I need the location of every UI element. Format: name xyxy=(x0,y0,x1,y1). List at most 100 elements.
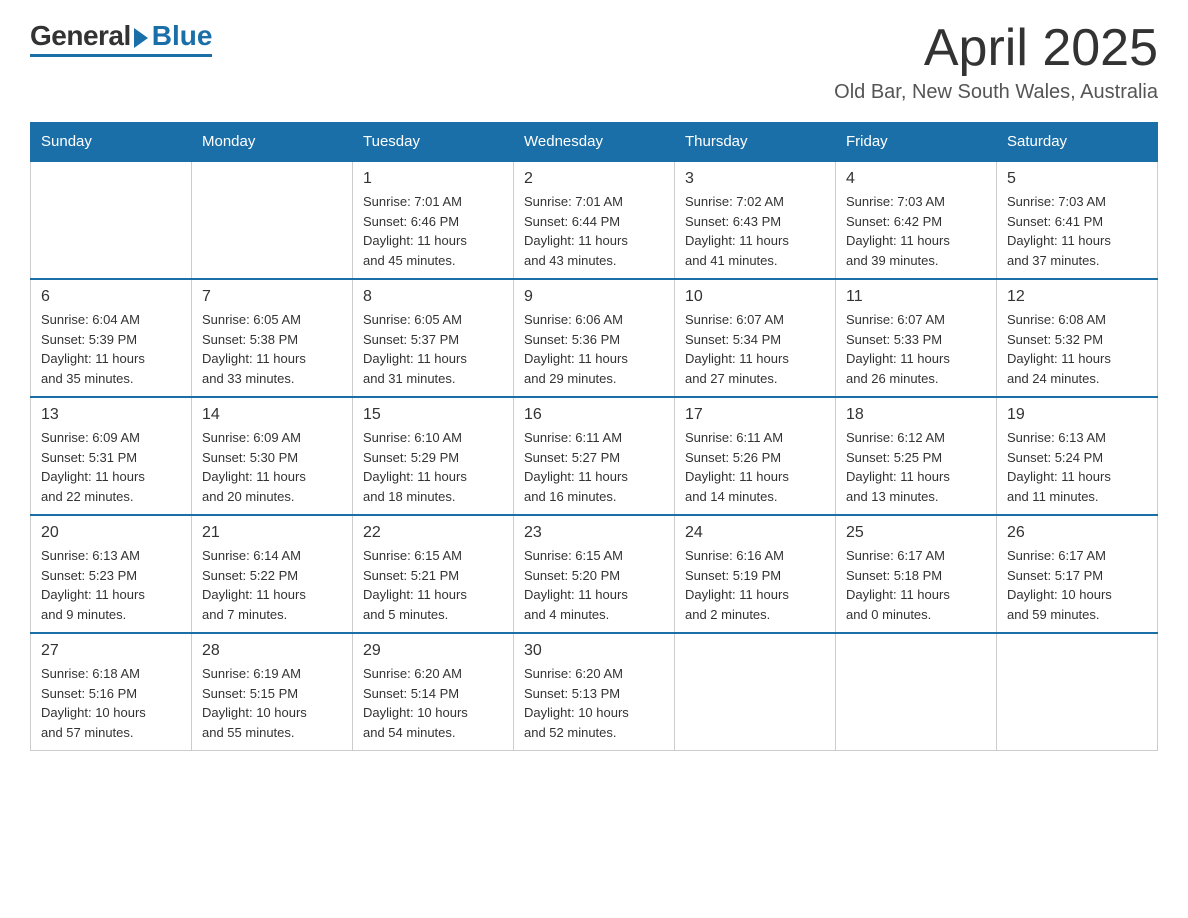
logo-general-text: General xyxy=(30,20,131,52)
day-info: Sunrise: 6:11 AM Sunset: 5:27 PM Dayligh… xyxy=(524,428,664,506)
calendar-cell: 26 Sunrise: 6:17 AM Sunset: 5:17 PM Dayli… xyxy=(997,515,1158,633)
day-number: 10 xyxy=(685,288,825,306)
page-header: General Blue April 2025 Old Bar, New Sou… xyxy=(30,20,1158,104)
logo: General Blue xyxy=(30,20,212,57)
calendar-header-friday: Friday xyxy=(836,123,997,162)
day-info: Sunrise: 6:20 AM Sunset: 5:13 PM Dayligh… xyxy=(524,664,664,742)
calendar-cell xyxy=(836,633,997,751)
day-number: 4 xyxy=(846,170,986,188)
day-number: 24 xyxy=(685,524,825,542)
day-number: 28 xyxy=(202,642,342,660)
calendar-week-4: 20 Sunrise: 6:13 AM Sunset: 5:23 PM Dayli… xyxy=(31,515,1158,633)
day-number: 27 xyxy=(41,642,181,660)
day-number: 18 xyxy=(846,406,986,424)
calendar-header-sunday: Sunday xyxy=(31,123,192,162)
calendar-cell: 7 Sunrise: 6:05 AM Sunset: 5:38 PM Daylig… xyxy=(192,279,353,397)
title-area: April 2025 Old Bar, New South Wales, Aus… xyxy=(834,20,1158,104)
calendar-cell xyxy=(675,633,836,751)
calendar-cell: 8Sunrise: 6:05 AM Sunset: 5:37 PM Daylig… xyxy=(353,279,514,397)
day-number: 23 xyxy=(524,524,664,542)
day-number: 2 xyxy=(524,170,664,188)
day-info: Sunrise: 6:20 AM Sunset: 5:14 PM Dayligh… xyxy=(363,664,503,742)
day-number: 22 xyxy=(363,524,503,542)
calendar-cell: 4Sunrise: 7:03 AM Sunset: 6:42 PM Daylig… xyxy=(836,161,997,279)
calendar-cell xyxy=(997,633,1158,751)
day-info: Sunrise: 6:17 AM Sunset: 5:18 PM Dayligh… xyxy=(846,546,986,624)
day-info: Sunrise: 6:04 AM Sunset: 5:39 PM Dayligh… xyxy=(41,310,181,388)
day-number: 17 xyxy=(685,406,825,424)
day-number: 29 xyxy=(363,642,503,660)
calendar-cell: 10 Sunrise: 6:07 AM Sunset: 5:34 PM Dayli… xyxy=(675,279,836,397)
day-info: Sunrise: 6:14 AM Sunset: 5:22 PM Dayligh… xyxy=(202,546,342,624)
logo-triangle-icon xyxy=(134,28,148,48)
calendar-cell xyxy=(31,161,192,279)
calendar-cell: 5Sunrise: 7:03 AM Sunset: 6:41 PM Daylig… xyxy=(997,161,1158,279)
day-info: Sunrise: 6:06 AM Sunset: 5:36 PM Dayligh… xyxy=(524,310,664,388)
calendar-header-monday: Monday xyxy=(192,123,353,162)
day-number: 21 xyxy=(202,524,342,542)
calendar-header-thursday: Thursday xyxy=(675,123,836,162)
day-info: Sunrise: 6:07 AM Sunset: 5:33 PM Dayligh… xyxy=(846,310,986,388)
calendar-cell: 24Sunrise: 6:16 AM Sunset: 5:19 PM Dayli… xyxy=(675,515,836,633)
day-number: 19 xyxy=(1007,406,1147,424)
calendar-cell: 16 Sunrise: 6:11 AM Sunset: 5:27 PM Dayli… xyxy=(514,397,675,515)
day-info: Sunrise: 6:08 AM Sunset: 5:32 PM Dayligh… xyxy=(1007,310,1147,388)
calendar-cell: 9Sunrise: 6:06 AM Sunset: 5:36 PM Daylig… xyxy=(514,279,675,397)
day-info: Sunrise: 6:07 AM Sunset: 5:34 PM Dayligh… xyxy=(685,310,825,388)
day-number: 8 xyxy=(363,288,503,306)
calendar-header-wednesday: Wednesday xyxy=(514,123,675,162)
calendar-header-tuesday: Tuesday xyxy=(353,123,514,162)
day-info: Sunrise: 6:12 AM Sunset: 5:25 PM Dayligh… xyxy=(846,428,986,506)
calendar-cell: 30 Sunrise: 6:20 AM Sunset: 5:13 PM Dayli… xyxy=(514,633,675,751)
day-info: Sunrise: 6:13 AM Sunset: 5:23 PM Dayligh… xyxy=(41,546,181,624)
calendar-cell: 13Sunrise: 6:09 AM Sunset: 5:31 PM Dayli… xyxy=(31,397,192,515)
day-info: Sunrise: 6:15 AM Sunset: 5:21 PM Dayligh… xyxy=(363,546,503,624)
day-number: 20 xyxy=(41,524,181,542)
calendar-cell: 27 Sunrise: 6:18 AM Sunset: 5:16 PM Dayli… xyxy=(31,633,192,751)
logo-underline xyxy=(30,54,212,57)
day-info: Sunrise: 6:15 AM Sunset: 5:20 PM Dayligh… xyxy=(524,546,664,624)
day-number: 16 xyxy=(524,406,664,424)
calendar-cell: 14Sunrise: 6:09 AM Sunset: 5:30 PM Dayli… xyxy=(192,397,353,515)
day-info: Sunrise: 6:13 AM Sunset: 5:24 PM Dayligh… xyxy=(1007,428,1147,506)
calendar-header-saturday: Saturday xyxy=(997,123,1158,162)
day-info: Sunrise: 6:09 AM Sunset: 5:30 PM Dayligh… xyxy=(202,428,342,506)
day-info: Sunrise: 7:03 AM Sunset: 6:41 PM Dayligh… xyxy=(1007,192,1147,270)
day-number: 7 xyxy=(202,288,342,306)
day-info: Sunrise: 6:10 AM Sunset: 5:29 PM Dayligh… xyxy=(363,428,503,506)
calendar-cell: 20 Sunrise: 6:13 AM Sunset: 5:23 PM Dayli… xyxy=(31,515,192,633)
calendar-cell: 23 Sunrise: 6:15 AM Sunset: 5:20 PM Dayli… xyxy=(514,515,675,633)
calendar-cell: 1Sunrise: 7:01 AM Sunset: 6:46 PM Daylig… xyxy=(353,161,514,279)
page-subtitle: Old Bar, New South Wales, Australia xyxy=(834,81,1158,104)
day-info: Sunrise: 6:19 AM Sunset: 5:15 PM Dayligh… xyxy=(202,664,342,742)
calendar-week-5: 27 Sunrise: 6:18 AM Sunset: 5:16 PM Dayli… xyxy=(31,633,1158,751)
calendar-cell: 25 Sunrise: 6:17 AM Sunset: 5:18 PM Dayli… xyxy=(836,515,997,633)
day-number: 3 xyxy=(685,170,825,188)
day-number: 26 xyxy=(1007,524,1147,542)
calendar-cell: 18 Sunrise: 6:12 AM Sunset: 5:25 PM Dayli… xyxy=(836,397,997,515)
day-info: Sunrise: 6:17 AM Sunset: 5:17 PM Dayligh… xyxy=(1007,546,1147,624)
calendar-cell: 3 Sunrise: 7:02 AM Sunset: 6:43 PM Daylig… xyxy=(675,161,836,279)
calendar-week-3: 13Sunrise: 6:09 AM Sunset: 5:31 PM Dayli… xyxy=(31,397,1158,515)
day-info: Sunrise: 7:02 AM Sunset: 6:43 PM Dayligh… xyxy=(685,192,825,270)
day-info: Sunrise: 6:18 AM Sunset: 5:16 PM Dayligh… xyxy=(41,664,181,742)
calendar-cell: 22 Sunrise: 6:15 AM Sunset: 5:21 PM Dayli… xyxy=(353,515,514,633)
calendar-table: SundayMondayTuesdayWednesdayThursdayFrid… xyxy=(30,122,1158,751)
calendar-cell: 29 Sunrise: 6:20 AM Sunset: 5:14 PM Dayli… xyxy=(353,633,514,751)
logo-blue-text: Blue xyxy=(152,20,213,52)
calendar-cell: 2 Sunrise: 7:01 AM Sunset: 6:44 PM Daylig… xyxy=(514,161,675,279)
calendar-header-row: SundayMondayTuesdayWednesdayThursdayFrid… xyxy=(31,123,1158,162)
day-info: Sunrise: 7:01 AM Sunset: 6:44 PM Dayligh… xyxy=(524,192,664,270)
day-number: 12 xyxy=(1007,288,1147,306)
calendar-cell: 12 Sunrise: 6:08 AM Sunset: 5:32 PM Dayli… xyxy=(997,279,1158,397)
calendar-cell: 21 Sunrise: 6:14 AM Sunset: 5:22 PM Dayli… xyxy=(192,515,353,633)
day-number: 30 xyxy=(524,642,664,660)
day-number: 25 xyxy=(846,524,986,542)
calendar-week-1: 1Sunrise: 7:01 AM Sunset: 6:46 PM Daylig… xyxy=(31,161,1158,279)
calendar-cell: 17 Sunrise: 6:11 AM Sunset: 5:26 PM Dayli… xyxy=(675,397,836,515)
day-info: Sunrise: 6:05 AM Sunset: 5:38 PM Dayligh… xyxy=(202,310,342,388)
calendar-week-2: 6Sunrise: 6:04 AM Sunset: 5:39 PM Daylig… xyxy=(31,279,1158,397)
day-number: 13 xyxy=(41,406,181,424)
day-number: 11 xyxy=(846,288,986,306)
day-info: Sunrise: 6:11 AM Sunset: 5:26 PM Dayligh… xyxy=(685,428,825,506)
